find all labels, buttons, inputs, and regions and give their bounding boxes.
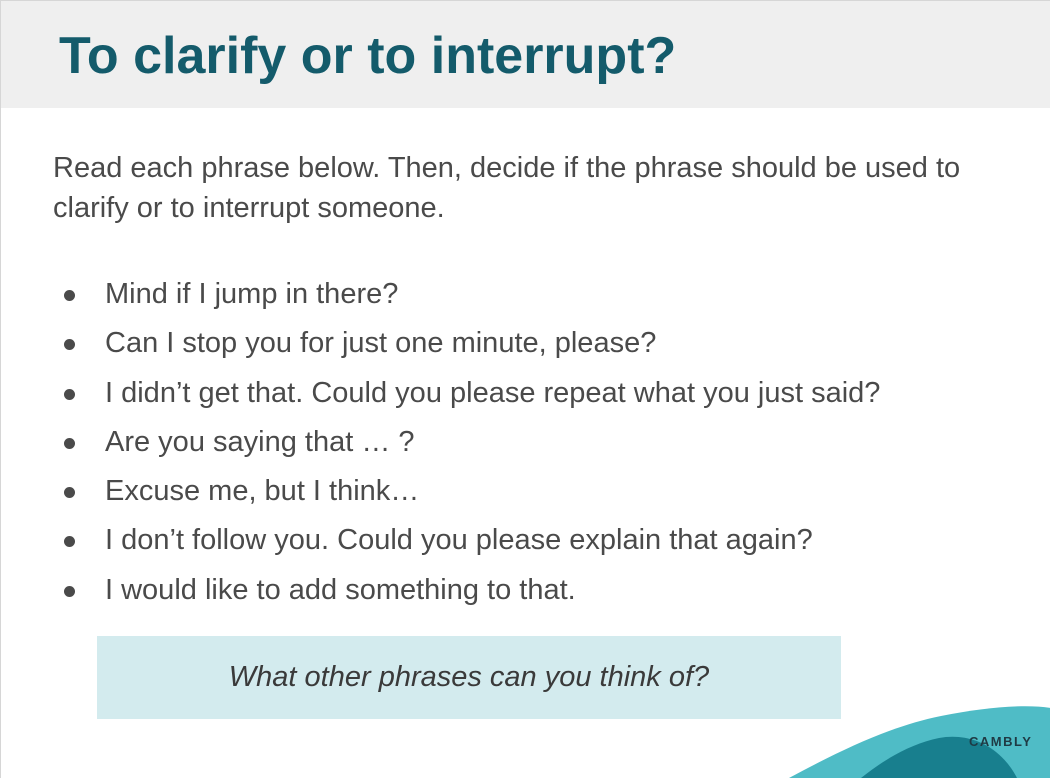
slide-header: To clarify or to interrupt? [1, 0, 1050, 108]
phrase-text: I would like to add something to that. [105, 573, 576, 606]
phrase-text: Can I stop you for just one minute, plea… [105, 327, 657, 360]
bullet-icon [64, 339, 75, 351]
phrase-text: I don’t follow you. Could you please exp… [105, 524, 813, 557]
slide-title: To clarify or to interrupt? [59, 27, 677, 85]
instructions-text: Read each phrase below. Then, decide if … [53, 152, 961, 224]
bullet-icon [64, 437, 75, 449]
discussion-prompt-box: What other phrases can you think of? [97, 636, 841, 719]
phrase-text: Are you saying that … ? [105, 425, 415, 458]
brand-label: CAMBLY [969, 734, 1033, 749]
bullet-icon [64, 487, 75, 499]
bullet-icon [64, 290, 75, 301]
bullet-icon [64, 388, 75, 400]
phrase-text: Mind if I jump in there? [105, 278, 399, 310]
bullet-icon [64, 536, 75, 548]
discussion-prompt: What other phrases can you think of? [228, 661, 710, 693]
bullet-icon [64, 585, 75, 597]
phrase-text: I didn’t get that. Could you please repe… [105, 376, 881, 409]
phrase-text: Excuse me, but I think… [105, 475, 420, 508]
slide: To clarify or to interrupt? Read each ph… [0, 0, 1050, 778]
